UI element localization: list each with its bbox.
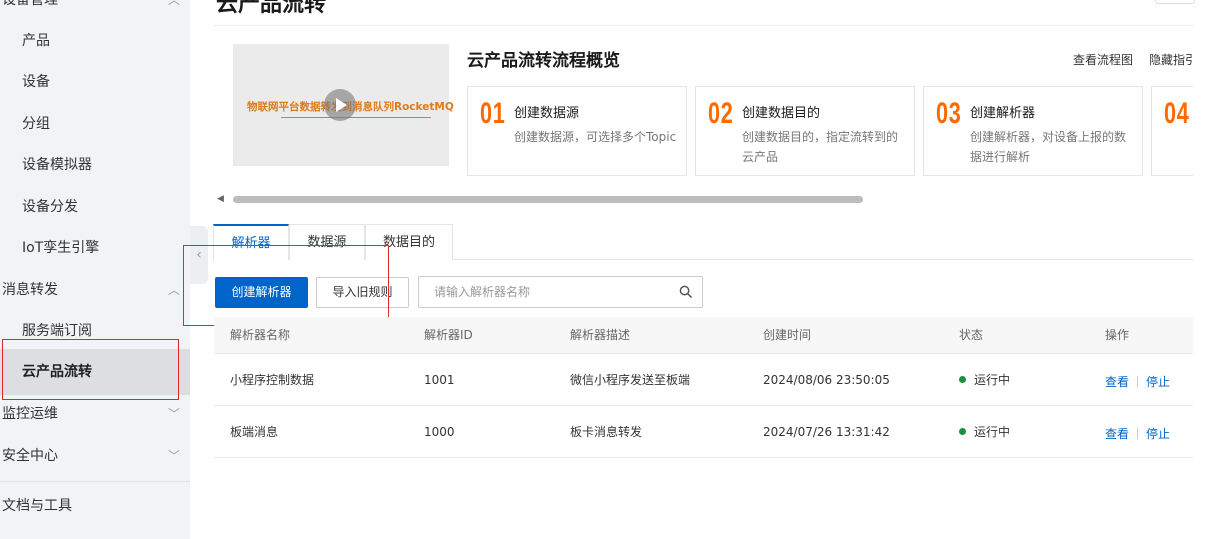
step-card-create-source[interactable]: 01 创建数据源 创建数据源，可选择多个Topic [467,86,687,176]
sidebar-item-device-simulator[interactable]: 设备模拟器 [0,145,190,185]
status-running-icon [959,428,966,435]
sidebar-item-data-forwarding[interactable]: 云产品流转 [0,349,190,395]
stop-link[interactable]: 停止 [1146,375,1170,389]
parser-name: 小程序控制数据 [230,373,315,387]
tab-data-destinations[interactable]: 数据目的 [365,224,453,260]
create-parser-button[interactable]: 创建解析器 [215,277,308,308]
overview-title: 云产品流转流程概览 [467,51,620,71]
status-text: 运行中 [974,425,1011,439]
parser-search-input[interactable] [419,277,669,307]
tab-bar: 解析器 数据源 数据目的 [213,224,1193,260]
sidebar-item-label: 设备 [22,74,50,90]
sidebar-item-products[interactable]: 产品 [0,21,190,61]
intro-video-thumbnail[interactable]: 物联网平台数据转发到消息队列RocketMQ [233,44,454,166]
column-header-id: 解析器ID [424,328,473,342]
step-number: 03 [936,97,962,130]
sidebar-item-label: 产品 [22,33,50,49]
action-divider [1137,428,1139,439]
chevron-down-icon: ﹀ [167,449,180,463]
step-card-create-parser[interactable]: 03 创建解析器 创建解析器，对设备上报的数据进行解析 [923,86,1143,176]
step-description: 创建数据目的，指定流转到的云产品 [742,130,899,164]
table-row: 小程序控制数据 1001 微信小程序发送至板端 2024/08/06 23:50… [214,354,1193,406]
view-flow-chart-link[interactable]: 查看流程图 [1073,51,1133,68]
parser-status: 运行中 [959,354,1010,406]
row-actions: 查看 停止 [1105,356,1170,408]
sidebar-item-server-subscription[interactable]: 服务端订阅 [0,311,190,351]
parser-description: 微信小程序发送至板端 [570,373,691,387]
sidebar-item-security-center[interactable]: 安全中心 ﹀ [0,436,190,476]
sidebar-item-devices[interactable]: 设备 [0,62,190,102]
overview-scrollbar[interactable]: ◀ [217,193,1193,205]
status-running-icon [959,376,966,383]
hide-guide-link[interactable]: 隐藏指引 [1149,51,1193,68]
chevron-left-icon: ‹ [196,247,202,263]
row-actions: 查看 停止 [1105,408,1170,460]
tab-data-sources[interactable]: 数据源 [289,224,365,260]
sidebar-item-device-distribution[interactable]: 设备分发 [0,187,190,227]
sidebar-item-iot-twin-engine[interactable]: IoT孪生引擎 [0,228,190,268]
step-description: 创建数据源，可选择多个Topic [514,130,677,144]
parser-created-time: 2024/07/26 13:31:42 [763,425,890,439]
scrollbar-thumb[interactable] [233,196,863,203]
view-link[interactable]: 查看 [1105,375,1129,389]
sidebar-item-label: 监控运维 [2,406,58,422]
page-title: 云产品流转 [216,0,327,17]
parser-status: 运行中 [959,406,1010,458]
tab-parsers[interactable]: 解析器 [213,224,289,260]
header-action-button[interactable] [1155,0,1195,4]
video-caption-underline [281,117,431,118]
sidebar-item-groups[interactable]: 分组 [0,104,190,144]
status-text: 运行中 [974,373,1011,387]
column-header-description: 解析器描述 [570,328,631,342]
sidebar-item-label: 文档与工具 [2,498,72,514]
step-title: 创建数据源 [514,106,580,121]
sidebar-item-label: 服务端订阅 [22,323,92,339]
sidebar-item-label: IoT孪生引擎 [22,240,100,256]
column-header-status: 状态 [959,328,984,342]
parser-id: 1001 [424,373,455,387]
sidebar-item-label: 消息转发 [2,282,58,298]
step-title: 创建解析器 [970,106,1036,121]
sidebar-item-label: 设备分发 [22,199,78,215]
step-number: 04 [1164,97,1190,130]
step-title: 创建数据目的 [742,106,821,121]
view-link[interactable]: 查看 [1105,427,1129,441]
column-header-created-time: 创建时间 [763,328,812,342]
step-number: 01 [480,97,506,130]
sidebar-item-monitoring[interactable]: 监控运维 ﹀ [0,394,190,434]
sidebar-item-label: 设备模拟器 [22,157,92,173]
sidebar-item-label: 云产品流转 [22,364,92,380]
parser-id: 1000 [424,425,455,439]
sidebar-item-label: 设备管理 [2,0,58,8]
scroll-left-icon[interactable]: ◀ [217,194,224,204]
column-header-name: 解析器名称 [230,328,291,342]
sidebar-item-device-management[interactable]: 设备管理 ︿ [0,0,190,20]
import-old-rules-button[interactable]: 导入旧规则 [316,277,409,308]
parser-name: 板端消息 [230,425,279,439]
parser-search-box [418,276,703,308]
action-divider [1137,376,1139,387]
step-card-create-destination[interactable]: 02 创建数据目的 创建数据目的，指定流转到的云产品 [695,86,915,176]
sidebar-item-docs-tools[interactable]: 文档与工具 [0,486,190,526]
stop-link[interactable]: 停止 [1146,427,1170,441]
step-card-4[interactable]: 04 [1151,86,1193,176]
chevron-up-icon: ︿ [167,283,180,297]
search-icon[interactable] [679,285,692,298]
table-row: 板端消息 1000 板卡消息转发 2024/07/26 13:31:42 运行中… [214,406,1193,458]
parser-created-time: 2024/08/06 23:50:05 [763,373,890,387]
step-number: 02 [708,97,734,130]
sidebar-divider [0,481,190,482]
sidebar-collapse-handle[interactable]: ‹ [190,226,208,284]
parser-description: 板卡消息转发 [570,425,643,439]
step-description: 创建解析器，对设备上报的数据进行解析 [970,130,1127,164]
sidebar: 设备管理 ︿ 产品 设备 分组 设备模拟器 设备分发 IoT孪生引擎 消息转发 … [0,0,190,539]
sidebar-item-message-forwarding[interactable]: 消息转发 ︿ [0,270,190,310]
column-header-actions: 操作 [1105,328,1130,342]
play-icon[interactable] [324,89,356,121]
sidebar-item-label: 分组 [22,116,50,132]
chevron-down-icon: ﹀ [167,407,180,421]
table-header: 解析器名称 解析器ID 解析器描述 创建时间 状态 操作 [214,317,1193,354]
chevron-up-icon: ︿ [167,0,180,7]
sidebar-item-label: 安全中心 [2,448,58,464]
